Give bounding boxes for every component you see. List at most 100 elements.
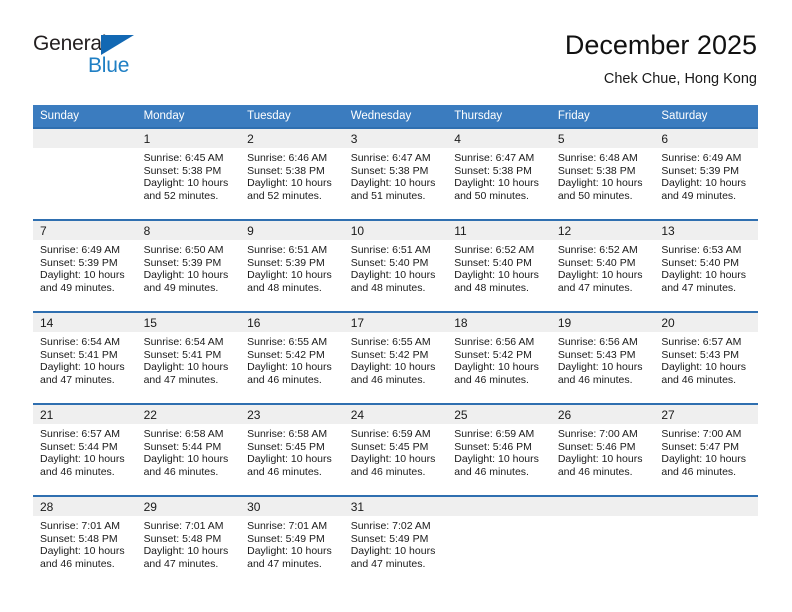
sunset-text: Sunset: 5:39 PM [247,256,325,269]
calendar-day-cell[interactable]: 16 Sunrise: 6:55 AM Sunset: 5:42 PM Dayl… [240,311,344,404]
sunset-text: Sunset: 5:42 PM [247,348,325,361]
calendar-day-cell[interactable]: 24 Sunrise: 6:59 AM Sunset: 5:45 PM Dayl… [343,403,448,496]
daylight-text-line1: Daylight: 10 hours [247,453,332,466]
page-title: December 2025 [564,30,757,60]
daylight-text-line1: Daylight: 10 hours [247,269,332,282]
daylight-text-line2: and 51 minutes. [350,189,426,202]
daylight-text-line2: and 46 minutes. [454,465,529,478]
daylight-text-line2: and 47 minutes. [247,557,322,570]
calendar-day-cell[interactable]: 20 Sunrise: 6:57 AM Sunset: 5:43 PM Dayl… [654,311,758,404]
calendar-day-cell[interactable]: 8 Sunrise: 6:50 AM Sunset: 5:39 PM Dayli… [136,219,241,312]
calendar-day-cell[interactable]: 19 Sunrise: 6:56 AM Sunset: 5:43 PM Dayl… [550,311,655,404]
calendar-day-cell[interactable]: 3 Sunrise: 6:47 AM Sunset: 5:38 PM Dayli… [343,127,448,220]
day-number: 15 [136,313,241,332]
day-details: Sunrise: 6:52 AM Sunset: 5:40 PM Dayligh… [447,240,551,294]
daylight-text-line1: Daylight: 10 hours [143,453,229,466]
day-details: Sunrise: 6:50 AM Sunset: 5:39 PM Dayligh… [137,240,241,294]
calendar-day-cell[interactable]: 26 Sunrise: 7:00 AM Sunset: 5:46 PM Dayl… [550,403,655,496]
calendar-day-cell[interactable]: 23 Sunrise: 6:58 AM Sunset: 5:45 PM Dayl… [240,403,344,496]
day-details: Sunrise: 7:01 AM Sunset: 5:48 PM Dayligh… [33,516,137,570]
sunrise-text: Sunrise: 6:48 AM [557,152,638,164]
daylight-text-line2: and 52 minutes. [143,189,219,202]
daylight-text-line2: and 46 minutes. [454,373,529,386]
daylight-text-line2: and 46 minutes. [40,557,115,570]
day-number: 10 [343,221,448,240]
sunset-text: Sunset: 5:45 PM [247,440,325,453]
calendar-day-cell[interactable]: 7 Sunrise: 6:49 AM Sunset: 5:39 PM Dayli… [33,219,137,312]
sunset-text: Sunset: 5:44 PM [40,440,118,453]
sunset-text: Sunset: 5:38 PM [454,164,532,177]
calendar-day-cell[interactable]: 17 Sunrise: 6:55 AM Sunset: 5:42 PM Dayl… [343,311,448,404]
day-details [654,516,758,520]
day-details: Sunrise: 6:56 AM Sunset: 5:42 PM Dayligh… [447,332,551,386]
daylight-text-line1: Daylight: 10 hours [247,545,332,558]
daylight-text-line1: Daylight: 10 hours [661,177,747,190]
day-details: Sunrise: 6:57 AM Sunset: 5:44 PM Dayligh… [33,424,137,478]
calendar-day-cell[interactable]: 14 Sunrise: 6:54 AM Sunset: 5:41 PM Dayl… [33,311,137,404]
day-number: 14 [33,313,137,332]
daylight-text-line2: and 49 minutes. [143,281,219,294]
daylight-text-line1: Daylight: 10 hours [557,177,643,190]
daylight-text-line1: Daylight: 10 hours [557,361,643,374]
calendar-day-cell[interactable]: 25 Sunrise: 6:59 AM Sunset: 5:46 PM Dayl… [447,403,551,496]
calendar-day-cell[interactable] [550,495,655,587]
day-number: 26 [550,405,655,424]
logo-text-blue: Blue [88,54,130,77]
calendar-day-cell[interactable]: 1 Sunrise: 6:45 AM Sunset: 5:38 PM Dayli… [136,127,241,220]
sunset-text: Sunset: 5:40 PM [661,256,740,269]
calendar-day-cell[interactable]: 12 Sunrise: 6:52 AM Sunset: 5:40 PM Dayl… [550,219,655,312]
calendar-day-cell[interactable]: 11 Sunrise: 6:52 AM Sunset: 5:40 PM Dayl… [447,219,551,312]
daylight-text-line1: Daylight: 10 hours [661,453,747,466]
sunset-text: Sunset: 5:42 PM [454,348,532,361]
day-details: Sunrise: 6:47 AM Sunset: 5:38 PM Dayligh… [447,148,551,202]
sunrise-text: Sunrise: 6:56 AM [557,336,638,348]
calendar-day-cell[interactable]: 31 Sunrise: 7:02 AM Sunset: 5:49 PM Dayl… [343,495,448,587]
sunrise-text: Sunrise: 6:54 AM [143,336,224,348]
sunset-text: Sunset: 5:45 PM [350,440,429,453]
daylight-text-line1: Daylight: 10 hours [350,453,436,466]
weekday-header-saturday: Saturday [654,105,758,128]
calendar-day-cell[interactable] [447,495,551,587]
sunset-text: Sunset: 5:46 PM [454,440,532,453]
daylight-text-line1: Daylight: 10 hours [454,453,539,466]
calendar-day-cell[interactable] [654,495,758,587]
sunrise-text: Sunrise: 6:45 AM [143,152,224,164]
daylight-text-line2: and 49 minutes. [661,189,737,202]
calendar-day-cell[interactable]: 27 Sunrise: 7:00 AM Sunset: 5:47 PM Dayl… [654,403,758,496]
calendar-day-cell[interactable]: 21 Sunrise: 6:57 AM Sunset: 5:44 PM Dayl… [33,403,137,496]
sunset-text: Sunset: 5:40 PM [454,256,532,269]
daylight-text-line1: Daylight: 10 hours [454,177,539,190]
daylight-text-line1: Daylight: 10 hours [350,361,436,374]
sunrise-text: Sunrise: 6:51 AM [247,244,328,256]
calendar-day-cell[interactable]: 15 Sunrise: 6:54 AM Sunset: 5:41 PM Dayl… [136,311,241,404]
day-details [551,516,655,520]
sunset-text: Sunset: 5:38 PM [247,164,325,177]
calendar-day-cell[interactable]: 10 Sunrise: 6:51 AM Sunset: 5:40 PM Dayl… [343,219,448,312]
sunset-text: Sunset: 5:41 PM [143,348,222,361]
calendar-day-cell[interactable]: 18 Sunrise: 6:56 AM Sunset: 5:42 PM Dayl… [447,311,551,404]
calendar-week-row: 7 Sunrise: 6:49 AM Sunset: 5:39 PM Dayli… [33,219,758,312]
calendar-day-cell[interactable]: 6 Sunrise: 6:49 AM Sunset: 5:39 PM Dayli… [654,127,758,220]
sunrise-text: Sunrise: 6:47 AM [350,152,431,164]
calendar-day-cell[interactable]: 9 Sunrise: 6:51 AM Sunset: 5:39 PM Dayli… [240,219,344,312]
day-number: 11 [447,221,551,240]
sunrise-text: Sunrise: 6:58 AM [143,428,224,440]
weekday-header-sunday: Sunday [33,105,137,128]
calendar-day-cell[interactable]: 22 Sunrise: 6:58 AM Sunset: 5:44 PM Dayl… [136,403,241,496]
sunrise-text: Sunrise: 7:02 AM [350,520,431,532]
calendar-day-cell[interactable]: 30 Sunrise: 7:01 AM Sunset: 5:49 PM Dayl… [240,495,344,587]
calendar-day-cell[interactable]: 29 Sunrise: 7:01 AM Sunset: 5:48 PM Dayl… [136,495,241,587]
calendar-day-cell[interactable]: 13 Sunrise: 6:53 AM Sunset: 5:40 PM Dayl… [654,219,758,312]
general-blue-logo[interactable]: General Blue [33,32,153,84]
calendar-day-cell[interactable] [33,127,137,220]
calendar-day-cell[interactable]: 4 Sunrise: 6:47 AM Sunset: 5:38 PM Dayli… [447,127,551,220]
calendar-day-cell[interactable]: 28 Sunrise: 7:01 AM Sunset: 5:48 PM Dayl… [33,495,137,587]
day-number [654,497,758,516]
calendar-day-cell[interactable]: 2 Sunrise: 6:46 AM Sunset: 5:38 PM Dayli… [240,127,344,220]
daylight-text-line2: and 47 minutes. [350,557,426,570]
sunset-text: Sunset: 5:38 PM [350,164,429,177]
calendar-day-cell[interactable]: 5 Sunrise: 6:48 AM Sunset: 5:38 PM Dayli… [550,127,655,220]
daylight-text-line2: and 46 minutes. [557,465,633,478]
day-details: Sunrise: 6:51 AM Sunset: 5:39 PM Dayligh… [240,240,344,294]
sunrise-text: Sunrise: 6:54 AM [40,336,120,348]
